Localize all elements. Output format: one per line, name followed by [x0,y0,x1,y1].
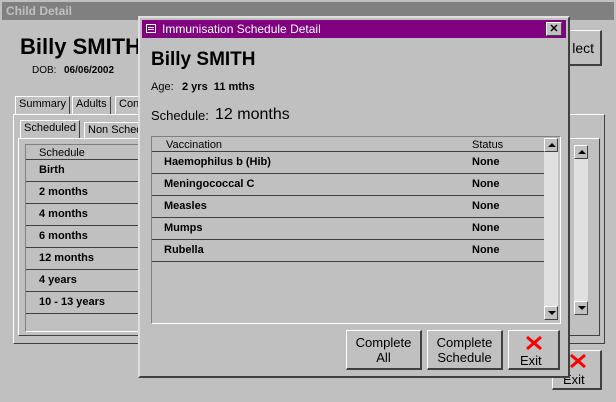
column-header-vaccination: Vaccination [166,139,223,151]
complete-schedule-label-line1: Complete [436,335,493,350]
app-form-icon [146,24,156,33]
subtab-non-scheduled-label: Non Sched [88,124,143,136]
schedule-item[interactable]: 6 months [39,230,88,242]
schedule-label: Schedule: [151,108,209,123]
tab-contacts-label: Con [119,98,140,110]
column-header-status: Status [472,139,504,151]
vaccination-name[interactable]: Measles [164,200,207,212]
dialog-child-name: Billy SMITH [151,49,256,70]
vaccination-name[interactable]: Haemophilus b (Hib) [164,156,271,168]
vaccination-status[interactable]: None [472,244,500,256]
schedule-item[interactable]: Birth [39,164,65,176]
schedule-list: Schedule Birth 2 months 4 months 6 month… [25,144,147,332]
dialog-titlebar[interactable]: Immunisation Schedule Detail ✕ [142,20,566,38]
close-button[interactable]: ✕ [546,22,562,36]
child-detail-title: Child Detail [6,4,73,18]
vaccination-scrollbar[interactable] [544,138,558,320]
dialog-title: Immunisation Schedule Detail [162,22,321,36]
scroll-up-icon[interactable] [574,145,588,159]
vaccination-name[interactable]: Rubella [164,244,204,256]
age-value: 2 yrs 11 mths [182,81,255,93]
complete-all-label-line2: All [376,350,391,365]
schedule-value: 12 months [215,106,290,123]
subtab-scheduled-label: Scheduled [24,122,76,134]
close-icon: ✕ [549,23,559,35]
schedule-item[interactable]: 10 - 13 years [39,296,105,308]
vaccination-status[interactable]: None [472,200,500,212]
tab-adults[interactable]: Adults [72,96,111,114]
scroll-down-icon[interactable] [574,301,588,315]
exit-button[interactable]: Exit [508,330,560,370]
dob-value: 06/06/2002 [64,65,115,76]
tab-summary-label: Summary [19,98,67,110]
schedule-list-header: Schedule [39,147,85,159]
vaccination-table: Vaccination Status Haemophilus b (Hib) N… [151,136,561,324]
select-button-label: lect [572,40,594,56]
tab-summary[interactable]: Summary [15,96,71,114]
scroll-up-icon[interactable] [544,138,558,152]
background-list-scrollbar[interactable] [574,145,588,315]
subtab-scheduled[interactable]: Scheduled [20,120,80,138]
complete-schedule-button[interactable]: Complete Schedule [427,330,503,370]
age-label: Age: [151,81,174,93]
exit-x-icon [526,335,542,351]
schedule-item[interactable]: 2 months [39,186,88,198]
immunisation-dialog: Immunisation Schedule Detail ✕ Billy SMI… [138,16,570,378]
vaccination-name[interactable]: Mumps [164,222,203,234]
schedule-item[interactable]: 12 months [39,252,94,264]
exit-button-label: Exit [520,353,542,368]
dob-label: DOB: [32,65,57,76]
tab-adults-label: Adults [76,98,107,110]
vaccination-status[interactable]: None [472,222,500,234]
vaccination-status[interactable]: None [472,178,500,190]
complete-all-label-line1: Complete [355,335,412,350]
scroll-down-icon[interactable] [544,306,558,320]
vaccination-status[interactable]: None [472,156,500,168]
child-name-heading: Billy SMITH [20,34,142,59]
complete-all-button[interactable]: Complete All [346,330,422,370]
exit-x-icon [570,353,586,369]
schedule-item[interactable]: 4 years [39,274,77,286]
complete-schedule-label-line2: Schedule [437,350,492,365]
vaccination-name[interactable]: Meningococcal C [164,178,254,190]
schedule-item[interactable]: 4 months [39,208,88,220]
